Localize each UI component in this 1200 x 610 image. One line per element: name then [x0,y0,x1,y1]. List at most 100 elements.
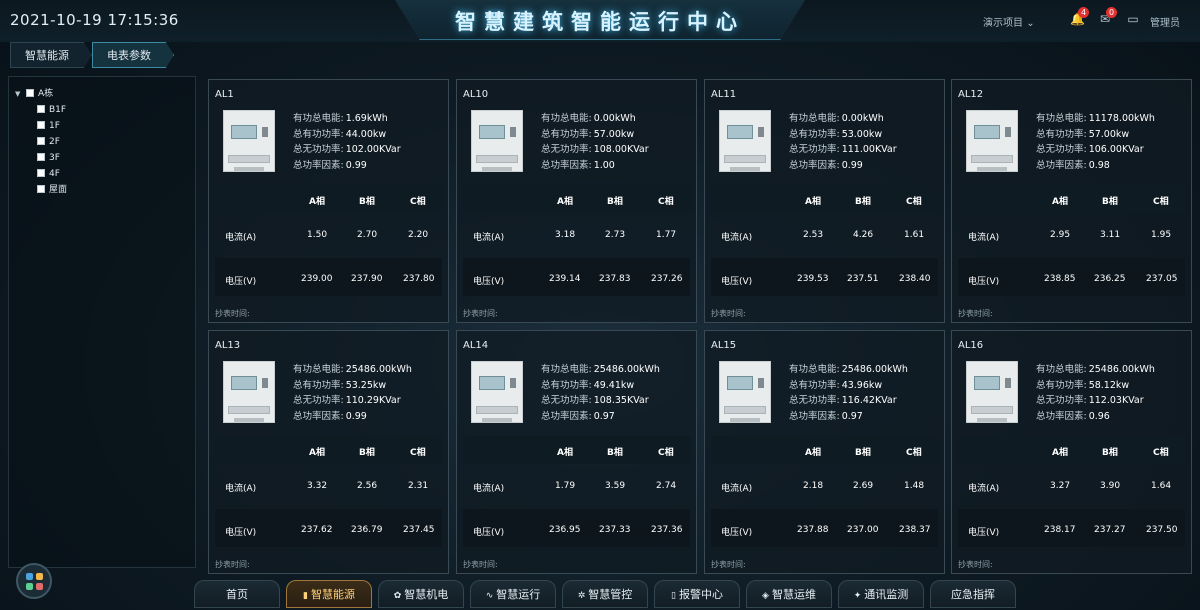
nav-tab[interactable]: ▯ 报警中心 [654,580,740,608]
monitor-icon[interactable]: ▭ [1126,12,1140,26]
voltage-c: 237.36 [651,525,683,535]
breadcrumb-item-meter-params[interactable]: 电表参数 [92,42,174,68]
breadcrumb-item-energy[interactable]: 智慧能源 [10,42,92,68]
energy-value: 11178.00kWh [1088,113,1155,124]
meter-icon [223,110,275,172]
tree-item[interactable]: B1F [37,103,66,117]
phase-table-header [215,185,442,213]
energy-row: 有功总电能: 25486.00kWh [1036,364,1155,375]
meter-card[interactable]: AL11 有功总电能: 0.00kWh 总有功功率: 53.00kw 总无功功率: 1… [704,79,945,323]
energy-value: 25486.00kWh [593,364,660,375]
power-factor-value: 0.99 [841,160,863,171]
tree-root[interactable]: ▼ A栋 [15,87,53,101]
meter-card[interactable]: AL1 有功总电能: 1.69kWh 总有功功率: 44.00kw 总无功功率: 10… [208,79,449,323]
phase-c-header: C相 [658,448,674,458]
current-b: 2.70 [357,230,378,240]
nav-tab-label: 智慧机电 [404,588,449,601]
energy-row: 有功总电能: 11178.00kWh [1036,113,1155,124]
meter-name: AL14 [463,340,489,351]
reactive-power-value: 108.35KVar [593,395,649,406]
current-a: 2.18 [803,481,824,491]
phase-table-header [711,436,938,464]
nav-tab[interactable]: ✦ 通讯监测 [838,580,924,608]
voltage-c: 237.50 [1146,525,1178,535]
meter-card[interactable]: AL14 有功总电能: 25486.00kWh 总有功功率: 49.41kw 总无功… [456,330,697,574]
checkbox[interactable] [37,153,45,161]
checkbox[interactable] [26,89,34,97]
voltage-c: 237.45 [403,525,435,535]
tree-item[interactable]: 1F [37,119,60,133]
nav-tab-label: 智慧能源 [310,588,355,601]
active-power-value: 57.00kw [593,129,635,140]
checkbox[interactable] [37,121,45,129]
meter-card[interactable]: AL10 有功总电能: 0.00kWh 总有功功率: 57.00kw 总无功功率: 1… [456,79,697,323]
power-factor-row: 总功率因素: 0.97 [541,411,615,422]
tree-item[interactable]: 4F [37,167,60,181]
meter-icon [471,361,523,423]
energy-value: 25486.00kWh [841,364,908,375]
voltage-label: 电压(V) [473,277,505,287]
reactive-power-row: 总无功功率: 111.00KVar [789,144,897,155]
pulse-icon: ∿ [485,591,494,601]
nav-tab[interactable]: ✲ 智慧管控 [562,580,648,608]
breadcrumb: 智慧能源 电表参数 [0,42,200,70]
power-factor-row: 总功率因素: 0.98 [1036,160,1110,171]
phase-a-header: A相 [1052,448,1068,458]
reactive-power-row: 总无功功率: 106.00KVar [1036,144,1144,155]
active-power-row: 总有功功率: 44.00kw [293,129,387,140]
active-power-row: 总有功功率: 43.96kw [789,380,883,391]
reactive-power-row: 总无功功率: 108.00KVar [541,144,649,155]
nav-tab[interactable]: ▮ 智慧能源 [286,580,372,608]
current-b: 4.26 [853,230,874,240]
phase-table-header [958,185,1185,213]
current-c: 1.48 [904,481,925,491]
current-a: 1.50 [307,230,328,240]
meter-card[interactable]: AL16 有功总电能: 25486.00kWh 总有功功率: 58.12kw 总无功… [951,330,1192,574]
voltage-a: 239.53 [797,274,829,284]
current-b: 3.59 [605,481,626,491]
voltage-a: 238.85 [1044,274,1076,284]
read-time-label: 抄表时间: [463,309,498,318]
voltage-label: 电压(V) [968,277,1000,287]
meter-card[interactable]: AL15 有功总电能: 25486.00kWh 总有功功率: 43.96kw 总无功… [704,330,945,574]
tree-item[interactable]: 屋面 [37,183,67,197]
voltage-c: 237.26 [651,274,683,284]
current-b: 2.56 [357,481,378,491]
voltage-a: 239.00 [301,274,333,284]
meter-card[interactable]: AL12 有功总电能: 11178.00kWh 总有功功率: 57.00kw 总无功… [951,79,1192,323]
phase-a-header: A相 [805,197,821,207]
energy-value: 0.00kWh [593,113,636,124]
project-selector[interactable]: 演示项目 ⌄ [983,14,1035,29]
checkbox[interactable] [37,185,45,193]
bottom-nav: 首页 ▮ 智慧能源 ✿ 智慧机电 ∿ 智慧运行 ✲ 智慧管控 ▯ 报警中心 ◈ 智慧运维 ✦ 通讯监测 应急指… [0,578,1200,610]
meter-card[interactable]: AL13 有功总电能: 25486.00kWh 总有功功率: 53.25kw 总无功… [208,330,449,574]
phase-table-header [711,185,938,213]
tree-item[interactable]: 3F [37,151,60,165]
current-c: 1.77 [656,230,677,240]
nav-tab[interactable]: ∿ 智慧运行 [470,580,556,608]
phase-table-header [463,436,690,464]
power-factor-value: 0.97 [841,411,863,422]
phase-c-header: C相 [658,197,674,207]
phase-table-header [463,185,690,213]
checkbox[interactable] [37,105,45,113]
voltage-b: 237.33 [599,525,631,535]
active-power-row: 总有功功率: 58.12kw [1036,380,1130,391]
nav-tab[interactable]: ◈ 智慧运维 [746,580,832,608]
current-b: 3.90 [1100,481,1121,491]
energy-value: 25486.00kWh [345,364,412,375]
current-c: 1.64 [1151,481,1172,491]
meter-icon [966,110,1018,172]
nav-tab-label: 智慧运维 [771,588,816,601]
checkbox[interactable] [37,137,45,145]
active-power-row: 总有功功率: 57.00kw [541,129,635,140]
nav-tab-label: 报警中心 [678,588,723,601]
user-name[interactable]: 管理员 [1150,14,1180,29]
nav-tab[interactable]: 首页 [194,580,280,608]
caret-down-icon[interactable]: ▼ [15,87,23,101]
tree-item[interactable]: 2F [37,135,60,149]
nav-tab[interactable]: ✿ 智慧机电 [378,580,464,608]
phase-table-header [958,436,1185,464]
nav-tab[interactable]: 应急指挥 [930,580,1016,608]
checkbox[interactable] [37,169,45,177]
